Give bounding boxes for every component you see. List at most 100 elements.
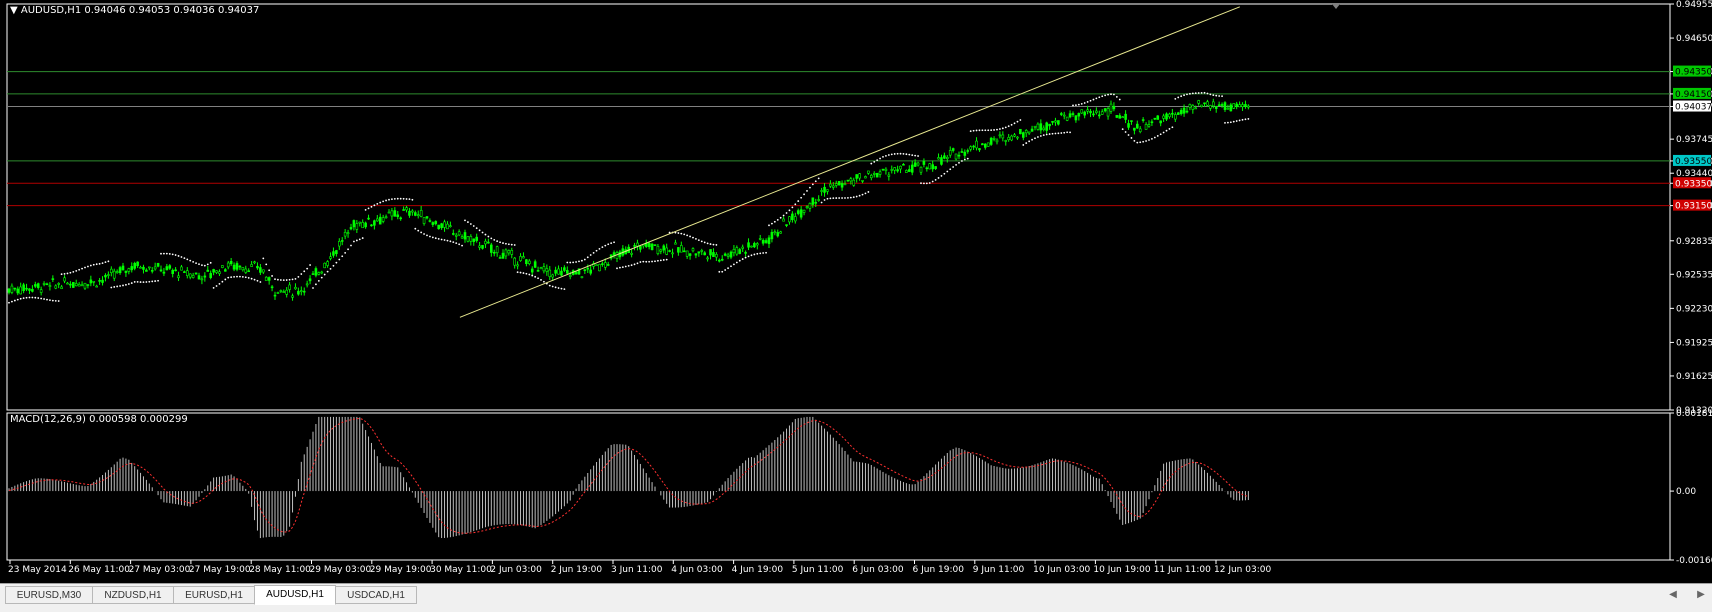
sar-dot (1019, 119, 1022, 121)
price-level-tag-label: 0.94150 (1675, 90, 1712, 100)
sar-dot (996, 128, 998, 131)
sar-dot (393, 197, 396, 200)
sar-dot (677, 232, 680, 234)
tab-audusd-h1[interactable]: AUDUSD,H1 (254, 585, 336, 605)
time-axis-label: 27 May 19:00 (189, 565, 251, 575)
candle-body (361, 222, 364, 229)
candle-body (799, 209, 803, 218)
candle-body (1153, 117, 1157, 120)
candle-body (22, 284, 25, 292)
tab-usdcad-h1[interactable]: USDCAD,H1 (335, 586, 417, 604)
candle-body (712, 252, 715, 257)
candle-body (238, 265, 242, 268)
sar-dot (1209, 93, 1212, 96)
candle-body (45, 283, 49, 286)
sar-dot (133, 281, 136, 283)
candle-body (726, 254, 730, 257)
sar-dot (183, 257, 186, 260)
tab-eurusd-h1[interactable]: EURUSD,H1 (173, 586, 255, 604)
sar-dot (864, 192, 867, 195)
tab-nzdusd-h1[interactable]: NZDUSD,H1 (92, 586, 174, 604)
sar-dot (654, 260, 656, 263)
candle-body (682, 250, 686, 253)
sar-dot (902, 152, 905, 155)
price-level-tag-label: 0.94037 (1675, 103, 1712, 113)
candle-body (893, 167, 896, 171)
sar-dot (1004, 126, 1007, 129)
candle-body (729, 251, 733, 258)
sar-dot (1060, 132, 1063, 134)
candle-body (183, 271, 186, 273)
sar-dot (499, 241, 501, 244)
sar-dot (481, 231, 484, 234)
sar-dot (855, 195, 858, 198)
candle-body (487, 241, 490, 244)
symbol-ohlc-text: AUDUSD,H1 0.94046 0.94053 0.94036 0.9403… (20, 5, 260, 16)
candle-body (563, 267, 566, 271)
sar-dot (651, 260, 653, 263)
collapse-arrow-icon[interactable]: ▼ (10, 5, 18, 16)
sar-dot (1165, 129, 1168, 132)
time-axis-label: 30 May 11:00 (430, 565, 492, 575)
sar-dot (1206, 92, 1209, 95)
sar-dot (8, 301, 10, 304)
sar-dot (771, 222, 773, 225)
sar-dot (420, 231, 423, 234)
sar-dot (782, 214, 785, 217)
candle-body (756, 243, 759, 246)
sar-dot (127, 283, 130, 285)
candle-body (454, 234, 458, 237)
candle-body (297, 290, 300, 295)
sar-dot (1118, 98, 1121, 101)
candle-body (1024, 130, 1028, 134)
sar-dot (1124, 131, 1127, 133)
sar-dot (1034, 137, 1036, 140)
sar-dot (920, 182, 922, 185)
candle-body (364, 222, 367, 228)
candle-body (302, 290, 306, 293)
candle-body (747, 242, 750, 248)
candle-body (896, 169, 899, 172)
sar-dot (975, 129, 978, 132)
sar-dot (332, 264, 335, 267)
candle-body (545, 268, 549, 272)
scroll-right-icon[interactable]: ▶ (1694, 586, 1708, 604)
scroll-left-icon[interactable]: ◀ (1666, 586, 1680, 604)
sar-dot (1075, 104, 1077, 107)
candle-body (542, 266, 546, 272)
candle-body (270, 286, 274, 289)
sar-dot (236, 275, 238, 278)
sar-dot (157, 279, 159, 282)
sar-dot (1235, 120, 1238, 122)
sar-dot (885, 154, 887, 157)
candle-body (864, 176, 867, 179)
sar-dot (759, 252, 762, 255)
candle-body (1185, 110, 1189, 113)
sar-dot (958, 161, 960, 164)
sar-dot (627, 264, 630, 267)
sar-dot (145, 281, 148, 283)
sar-dot (244, 276, 247, 279)
sar-dot (437, 237, 440, 240)
tab-eurusd-m30[interactable]: EURUSD,M30 (5, 586, 93, 604)
sar-dot (984, 129, 987, 132)
sar-dot (712, 243, 715, 246)
sar-dot (1218, 95, 1221, 97)
sar-dot (215, 285, 218, 287)
sar-dot (224, 278, 227, 281)
sar-dot (186, 258, 189, 261)
candle-body (709, 249, 712, 256)
sar-dot (160, 252, 162, 255)
candle-body (905, 170, 908, 173)
time-axis-label: 5 Jun 11:00 (792, 565, 844, 575)
candle-body (419, 210, 423, 217)
sar-dot (239, 275, 241, 278)
candle-body (253, 261, 256, 264)
candle-body (533, 261, 537, 268)
candle-body (282, 291, 286, 293)
sar-dot (841, 197, 843, 199)
candle-body (338, 241, 341, 247)
candle-body (1042, 127, 1046, 130)
chart-canvas[interactable]: 0.94955 0.94650 0.94350 0.94150 0.94037 0.937… (0, 0, 1712, 583)
chart-window[interactable]: 0.94955 0.94650 0.94350 0.94150 0.94037 0.937… (0, 0, 1712, 583)
